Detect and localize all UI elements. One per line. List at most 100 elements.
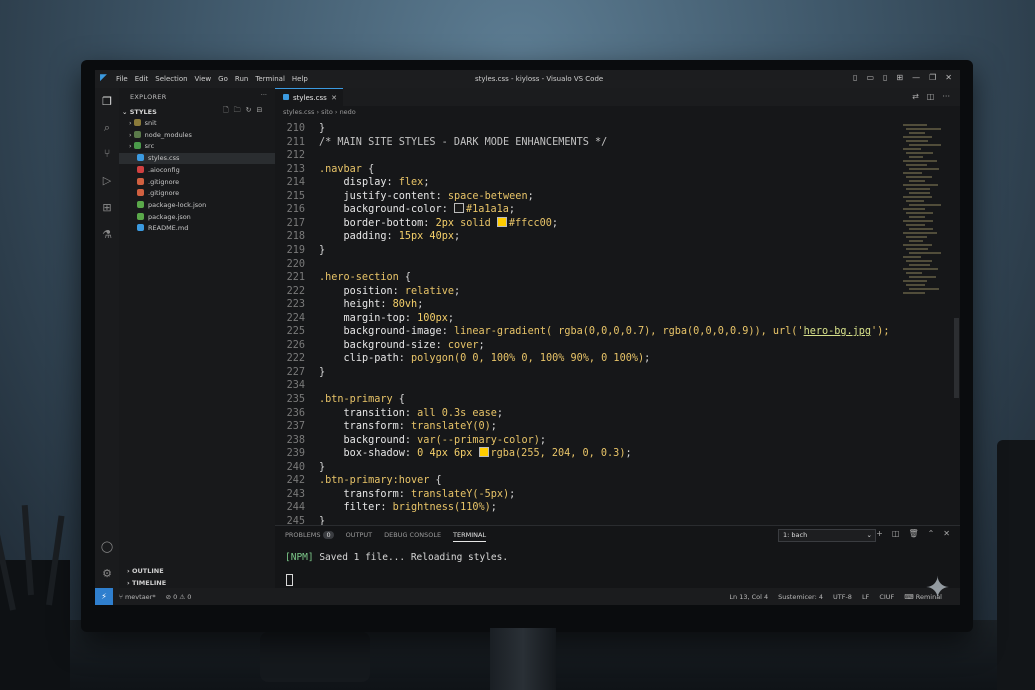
- code-line[interactable]: 223 height: 80vh;: [275, 298, 895, 312]
- layout-secondary-icon[interactable]: ▯: [883, 73, 887, 82]
- new-file-icon[interactable]: 🗋: [223, 106, 229, 117]
- tab-debug-console[interactable]: DEBUG CONSOLE: [384, 531, 441, 542]
- code-line[interactable]: 226 background-size: cover;: [275, 339, 895, 353]
- code-line[interactable]: 237 transform: translateY(0);: [275, 420, 895, 434]
- run-debug-icon[interactable]: ▷: [100, 174, 114, 188]
- code-line[interactable]: 217 border-bottom: 2px solid #ffcc00;: [275, 216, 895, 231]
- code-line[interactable]: 221 .hero-section {: [275, 271, 895, 285]
- code-line[interactable]: 214 display: flex;: [275, 176, 895, 190]
- restore-button[interactable]: ❐: [929, 73, 936, 82]
- encoding[interactable]: UTF-8: [833, 593, 852, 601]
- layout-panel-icon[interactable]: ▭: [866, 73, 874, 82]
- file-item[interactable]: README.md: [119, 223, 293, 234]
- code-line[interactable]: 212: [275, 149, 895, 163]
- code-line[interactable]: 240}: [275, 461, 895, 475]
- minimap[interactable]: [899, 122, 954, 302]
- extensions-icon[interactable]: ⊞: [100, 201, 114, 215]
- outline-section[interactable]: › OUTLINE: [127, 567, 164, 575]
- menu-help[interactable]: Help: [292, 75, 308, 83]
- terminal-shell-select[interactable]: 1: bach ⌄: [778, 529, 876, 542]
- code-line[interactable]: 242 .btn-primary:hover {: [275, 474, 895, 488]
- maximize-panel-icon[interactable]: ⌃: [928, 529, 935, 538]
- code-line[interactable]: 210}: [275, 122, 895, 136]
- code-line[interactable]: 224 margin-top: 100px;: [275, 312, 895, 326]
- cursor-position[interactable]: Ln 13, Col 4: [729, 593, 768, 601]
- file-item[interactable]: package.json: [119, 212, 293, 223]
- split-editor-icon[interactable]: ◫: [927, 92, 935, 101]
- code-line[interactable]: 225 background-image: linear-gradient( r…: [275, 325, 895, 339]
- minimize-button[interactable]: —: [912, 73, 920, 82]
- customize-layout-icon[interactable]: ⊞: [896, 73, 903, 82]
- layout-sidebar-icon[interactable]: ▯: [853, 73, 857, 82]
- code-line[interactable]: 236 transition: all 0.3s ease;: [275, 407, 895, 421]
- code-line[interactable]: 245}: [275, 515, 895, 525]
- tab-output[interactable]: OUTPUT: [346, 531, 373, 542]
- folder-item[interactable]: › node_modules: [119, 130, 285, 141]
- more-editor-icon[interactable]: ···: [942, 92, 950, 101]
- problems-indicator[interactable]: ⊘ 0 ⚠ 0: [166, 593, 192, 601]
- color-swatch[interactable]: [453, 203, 464, 214]
- code-line[interactable]: 216 background-color: #1a1a1a;: [275, 203, 895, 217]
- timeline-section[interactable]: › TIMELINE: [127, 579, 166, 587]
- code-line[interactable]: 222 position: relative;: [275, 285, 895, 299]
- compare-icon[interactable]: ⇄: [912, 92, 919, 101]
- collapse-all-icon[interactable]: ⊟: [257, 106, 263, 117]
- branch-indicator[interactable]: ⑂ mevtaer*: [119, 593, 156, 601]
- menu-view[interactable]: View: [195, 75, 212, 83]
- code-line[interactable]: 222 clip-path: polygon(0 0, 100% 0, 100%…: [275, 352, 895, 366]
- code-line[interactable]: 235 .btn-primary {: [275, 393, 895, 407]
- color-swatch[interactable]: [496, 216, 507, 227]
- terminal-output[interactable]: [NPM] Saved 1 file... Reloading styles.: [285, 552, 508, 563]
- menu-run[interactable]: Run: [235, 75, 248, 83]
- source-control-icon[interactable]: ⑂: [100, 147, 114, 161]
- code-line[interactable]: 238 background: var(--primary-color);: [275, 434, 895, 448]
- file-item[interactable]: .gitignore: [119, 188, 293, 199]
- folder-item[interactable]: › snit: [119, 118, 285, 129]
- code-line[interactable]: 220: [275, 258, 895, 272]
- menu-edit[interactable]: Edit: [135, 75, 149, 83]
- breadcrumb[interactable]: styles.css › sito › nedo: [283, 108, 356, 116]
- file-item[interactable]: styles.css: [119, 153, 293, 165]
- menu-selection[interactable]: Selection: [155, 75, 187, 83]
- split-terminal-icon[interactable]: ◫: [892, 529, 900, 538]
- file-item[interactable]: .aioconfig: [119, 165, 293, 176]
- kill-terminal-icon[interactable]: 🗑: [908, 529, 918, 538]
- menu-go[interactable]: Go: [218, 75, 228, 83]
- indentation[interactable]: Sustemicer: 4: [778, 593, 823, 601]
- code-line[interactable]: 243 transform: translateY(-5px);: [275, 488, 895, 502]
- code-line[interactable]: 244 filter: brightness(110%);: [275, 501, 895, 515]
- workspace-section[interactable]: ⌄ STYLES: [122, 108, 157, 116]
- code-line[interactable]: 218 padding: 15px 40px;: [275, 230, 895, 244]
- new-folder-icon[interactable]: 🗀: [234, 106, 241, 117]
- tab-styles-css[interactable]: styles.css ✕: [275, 88, 343, 107]
- explorer-icon[interactable]: ❐: [100, 95, 114, 109]
- line-endings[interactable]: LF: [862, 593, 869, 601]
- code-line[interactable]: 213 .navbar {: [275, 163, 895, 177]
- code-line[interactable]: 219}: [275, 244, 895, 258]
- editor-scrollbar[interactable]: [954, 318, 959, 398]
- language-mode[interactable]: CIUF: [879, 593, 894, 601]
- close-tab-icon[interactable]: ✕: [331, 89, 337, 107]
- more-actions-icon[interactable]: ···: [261, 91, 267, 99]
- code-line[interactable]: 215 justify-content: space-between;: [275, 190, 895, 204]
- menu-file[interactable]: File: [116, 75, 128, 83]
- close-button[interactable]: ✕: [945, 73, 952, 82]
- refresh-icon[interactable]: ↻: [246, 106, 252, 117]
- testing-icon[interactable]: ⚗: [100, 228, 114, 242]
- code-line[interactable]: 227}: [275, 366, 895, 380]
- code-editor[interactable]: 210} 211/* MAIN SITE STYLES - DARK MODE E…: [275, 122, 895, 525]
- tab-terminal[interactable]: TERMINAL: [453, 531, 487, 542]
- code-line[interactable]: 239 box-shadow: 0 4px 6px rgba(255, 204,…: [275, 447, 895, 461]
- code-line[interactable]: 234: [275, 379, 895, 393]
- new-terminal-icon[interactable]: +: [876, 529, 883, 538]
- file-item[interactable]: .gitignore: [119, 177, 293, 188]
- close-panel-icon[interactable]: ✕: [943, 529, 950, 538]
- folder-item[interactable]: › src: [119, 141, 285, 152]
- code-line[interactable]: 211 /* MAIN SITE STYLES - DARK MODE ENHAN…: [275, 136, 895, 150]
- manage-gear-icon[interactable]: ⚙: [100, 567, 114, 581]
- color-swatch[interactable]: [478, 447, 489, 458]
- tab-problems[interactable]: PROBLEMS 0: [285, 531, 334, 542]
- search-icon[interactable]: ⌕: [100, 121, 114, 135]
- file-item[interactable]: package-lock.json: [119, 200, 293, 211]
- remote-icon[interactable]: ⚡: [95, 588, 113, 605]
